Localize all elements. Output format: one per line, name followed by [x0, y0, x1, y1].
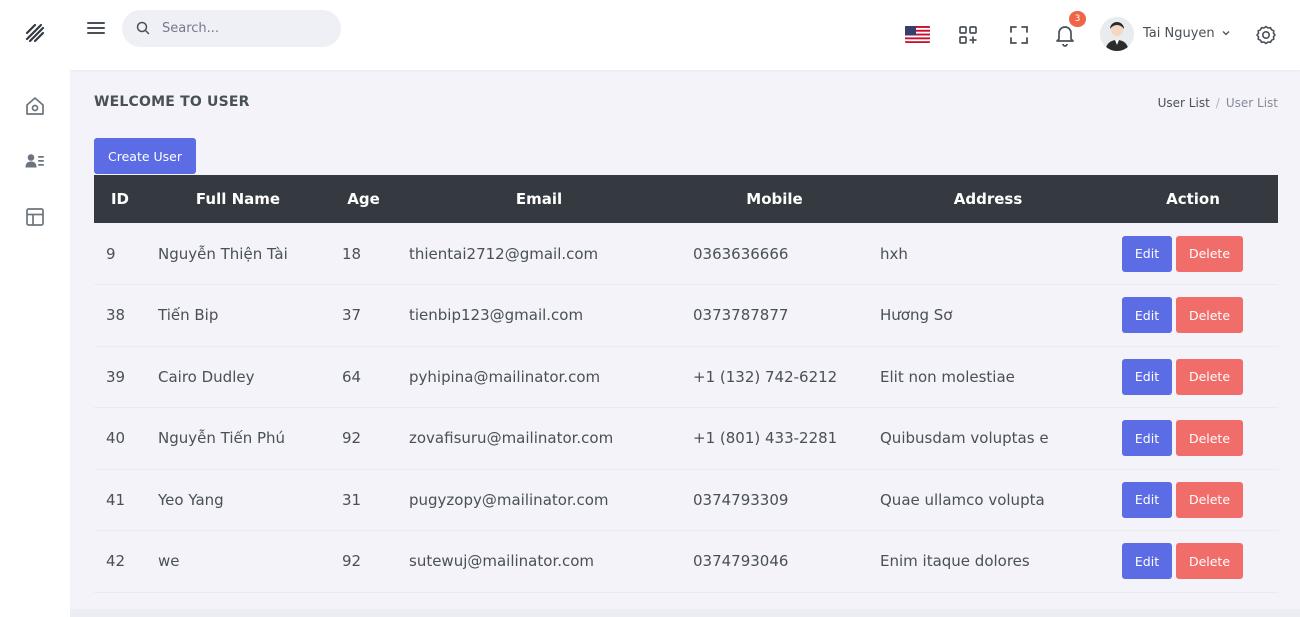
cell-age: 64	[342, 367, 362, 386]
cell-mobile: 0374793309	[693, 490, 789, 509]
cell-full-name: Yeo Yang	[158, 490, 224, 509]
cell-mobile: +1 (801) 433-2281	[693, 429, 838, 448]
logo-icon[interactable]	[24, 22, 46, 44]
chevron-down-icon	[1222, 31, 1230, 36]
cell-email: pugyzopy@mailinator.com	[409, 490, 609, 509]
delete-button[interactable]: Delete	[1176, 543, 1243, 580]
top-bar: 3 Tai Nguyen	[0, 0, 1300, 70]
column-header-address: Address	[953, 190, 1023, 208]
edit-button[interactable]: Edit	[1122, 481, 1172, 518]
cell-action: Edit Delete	[1108, 285, 1278, 347]
table-row: 38 Tiến Bip 37 tienbip123@gmail.com 0373…	[94, 284, 1278, 347]
cell-mobile: 0363636666	[693, 244, 789, 263]
cell-full-name: Tiến Bip	[158, 306, 219, 325]
table-row: 40 Nguyễn Tiến Phú 92 zovafisuru@mailina…	[94, 407, 1278, 470]
delete-button[interactable]: Delete	[1176, 297, 1243, 334]
cell-full-name: Nguyễn Thiện Tài	[158, 244, 288, 263]
cell-address: Hương Sơ	[880, 306, 953, 325]
edit-button[interactable]: Edit	[1122, 543, 1172, 580]
cell-action: Edit Delete	[1108, 531, 1278, 593]
cell-mobile: +1 (132) 742-6212	[693, 367, 838, 386]
column-header-mobile: Mobile	[746, 190, 803, 208]
cell-full-name: Nguyễn Tiến Phú	[158, 429, 286, 448]
column-header-age: Age	[347, 190, 380, 208]
cell-email: tienbip123@gmail.com	[409, 306, 584, 325]
notification-badge: 3	[1069, 11, 1086, 27]
cell-id: 40	[106, 429, 126, 448]
cell-full-name: Cairo Dudley	[158, 367, 255, 386]
delete-button[interactable]: Delete	[1176, 420, 1243, 457]
footer-divider	[70, 609, 1300, 617]
gear-icon[interactable]	[1255, 24, 1277, 46]
cell-email: sutewuj@mailinator.com	[409, 552, 595, 571]
cell-action: Edit Delete	[1108, 223, 1278, 285]
column-header-action: Action	[1166, 190, 1220, 208]
breadcrumb-separator: /	[1215, 96, 1220, 110]
table-header-row: ID Full Name Age Email Mobile Address Ac…	[94, 175, 1278, 223]
cell-id: 38	[106, 306, 126, 325]
edit-button[interactable]: Edit	[1122, 420, 1172, 457]
page-title: WELCOME TO USER	[94, 94, 250, 110]
user-table: ID Full Name Age Email Mobile Address Ac…	[94, 175, 1278, 593]
column-header-email: Email	[515, 190, 563, 208]
layout-icon[interactable]	[24, 206, 46, 228]
cell-id: 39	[106, 367, 126, 386]
cell-action: Edit Delete	[1108, 408, 1278, 470]
cell-age: 92	[342, 552, 362, 571]
table-row: 39 Cairo Dudley 64 pyhipina@mailinator.c…	[94, 346, 1278, 408]
cell-mobile: 0373787877	[693, 306, 789, 325]
cell-address: Enim itaque dolores	[880, 552, 1030, 571]
cell-age: 37	[342, 306, 362, 325]
user-list-icon[interactable]	[24, 150, 46, 172]
cell-age: 18	[342, 244, 362, 263]
apps-grid-icon[interactable]	[957, 24, 979, 46]
cell-full-name: we	[158, 552, 180, 571]
delete-button[interactable]: Delete	[1176, 358, 1243, 395]
table-row: 42 we 92 sutewuj@mailinator.com 03747930…	[94, 530, 1278, 593]
cell-id: 41	[106, 490, 126, 509]
edit-button[interactable]: Edit	[1122, 297, 1172, 334]
cell-address: Elit non molestiae	[880, 367, 1015, 386]
sidebar	[0, 70, 70, 617]
delete-button[interactable]: Delete	[1176, 481, 1243, 518]
home-icon[interactable]	[24, 95, 46, 117]
create-user-button[interactable]: Create User	[94, 138, 196, 174]
delete-button[interactable]: Delete	[1176, 235, 1243, 272]
cell-id: 42	[106, 552, 126, 571]
edit-button[interactable]: Edit	[1122, 358, 1172, 395]
cell-email: zovafisuru@mailinator.com	[409, 429, 614, 448]
cell-address: Quae ullamco volupta	[880, 490, 1045, 509]
column-header-id: ID	[110, 190, 130, 208]
edit-button[interactable]: Edit	[1122, 235, 1172, 272]
column-header-full-name: Full Name	[195, 190, 281, 208]
cell-id: 9	[106, 244, 116, 263]
cell-email: pyhipina@mailinator.com	[409, 367, 601, 386]
search-input[interactable]	[162, 10, 332, 47]
cell-age: 31	[342, 490, 362, 509]
table-row: 9 Nguyễn Thiện Tài 18 thientai2712@gmail…	[94, 223, 1278, 285]
cell-action: Edit Delete	[1108, 346, 1278, 408]
cell-age: 92	[342, 429, 362, 448]
cell-email: thientai2712@gmail.com	[409, 244, 599, 263]
cell-mobile: 0374793046	[693, 552, 789, 571]
fullscreen-icon[interactable]	[1008, 24, 1030, 46]
cell-address: Quibusdam voluptas e	[880, 429, 1049, 448]
search-box[interactable]	[122, 10, 341, 47]
breadcrumb: User List / User List	[1158, 96, 1278, 110]
avatar	[1100, 17, 1134, 51]
breadcrumb-current: User List	[1225, 96, 1278, 110]
hamburger-menu-icon[interactable]	[86, 19, 106, 39]
user-name: Tai Nguyen	[1143, 26, 1215, 41]
us-flag-icon[interactable]	[905, 26, 930, 43]
breadcrumb-link[interactable]: User List	[1158, 96, 1210, 110]
table-row: 41 Yeo Yang 31 pugyzopy@mailinator.com 0…	[94, 469, 1278, 531]
cell-address: hxh	[880, 244, 908, 263]
search-icon	[136, 21, 150, 35]
cell-action: Edit Delete	[1108, 469, 1278, 531]
